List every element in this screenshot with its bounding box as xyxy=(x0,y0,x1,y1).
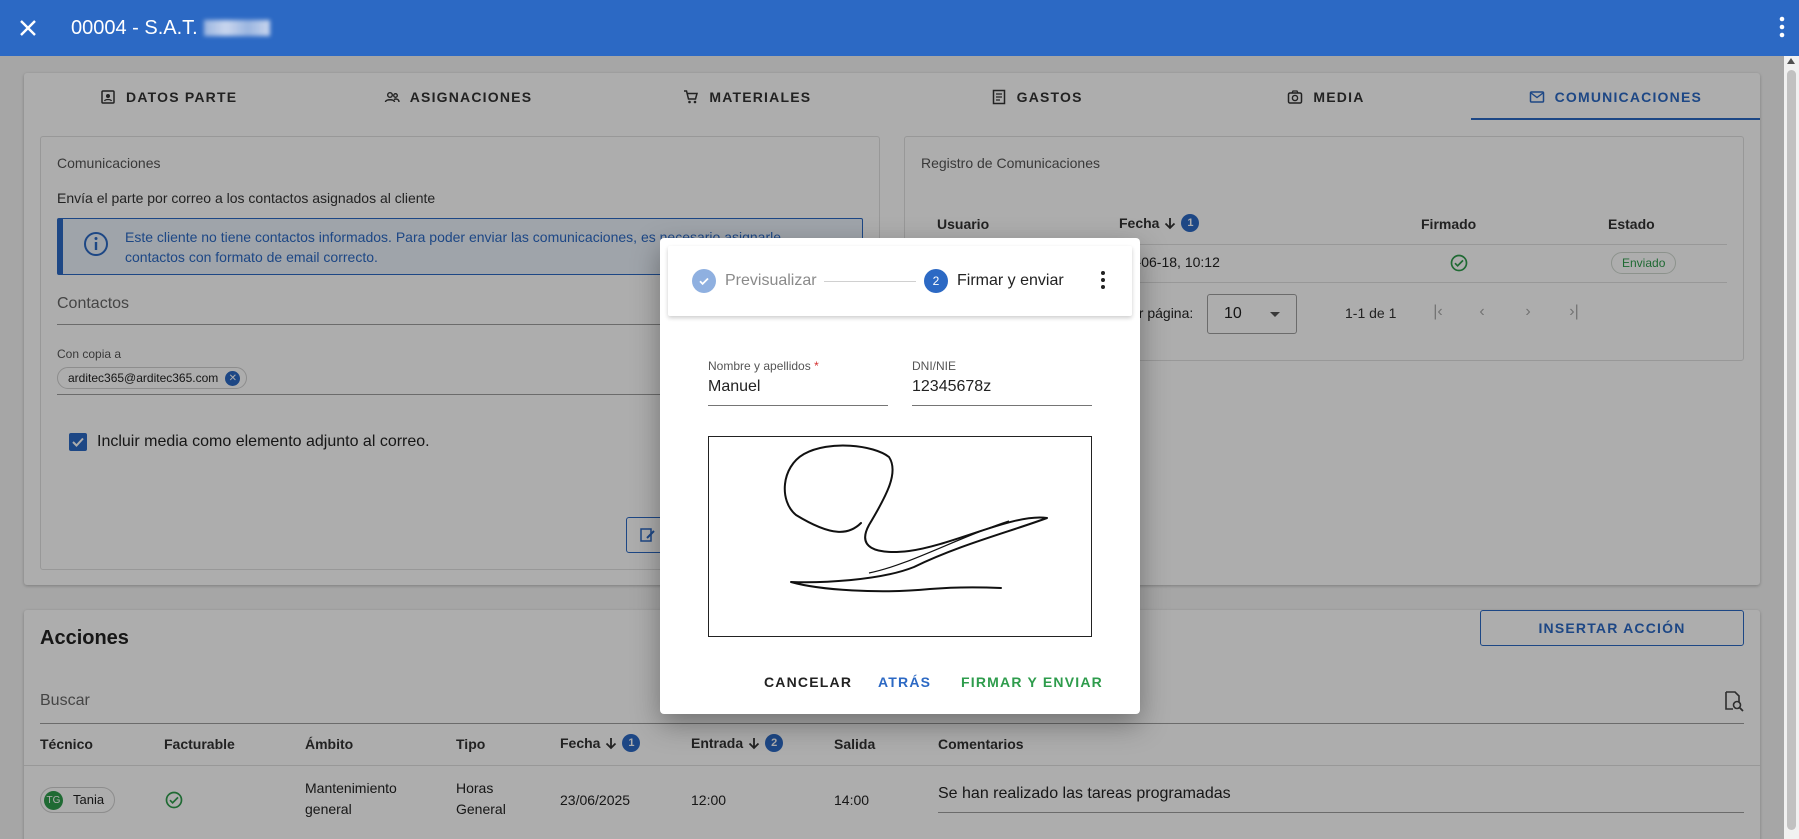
required-mark: * xyxy=(814,359,819,373)
page-title: 00004 - S.A.T. xyxy=(71,17,270,40)
close-icon xyxy=(20,20,36,36)
name-input[interactable]: Manuel xyxy=(708,378,888,406)
step-check-icon xyxy=(692,269,716,293)
step-label: Previsualizar xyxy=(725,272,817,289)
more-vert-icon xyxy=(1101,271,1105,289)
redacted-name xyxy=(203,20,270,37)
app-bar: 00004 - S.A.T. xyxy=(0,0,1799,56)
more-vert-icon xyxy=(1779,16,1785,38)
name-label: Nombre y apellidos * xyxy=(708,359,819,373)
step-firmar[interactable]: 2 Firmar y enviar xyxy=(924,269,1064,293)
step-previsualizar[interactable]: Previsualizar xyxy=(692,269,817,293)
sign-dialog: Previsualizar 2 Firmar y enviar Nombre y… xyxy=(660,238,1140,714)
back-button[interactable]: ATRÁS xyxy=(878,674,931,690)
cancel-button[interactable]: CANCELAR xyxy=(764,674,852,690)
page-title-text: 00004 - S.A.T. xyxy=(71,16,198,39)
dialog-more-button[interactable] xyxy=(1100,270,1106,295)
stepper: Previsualizar 2 Firmar y enviar xyxy=(668,246,1132,316)
name-value: Manuel xyxy=(708,378,761,395)
step-number: 2 xyxy=(924,269,948,293)
signature-drawing xyxy=(783,444,1048,593)
dni-input[interactable]: 12345678z xyxy=(912,378,1092,406)
dni-value: 12345678z xyxy=(912,378,992,395)
name-label-text: Nombre y apellidos xyxy=(708,359,811,373)
sign-send-button[interactable]: FIRMAR Y ENVIAR xyxy=(961,674,1103,690)
signature-pad[interactable] xyxy=(708,436,1092,637)
scroll-up-icon[interactable] xyxy=(1787,58,1795,64)
more-button[interactable] xyxy=(1779,16,1785,43)
close-button[interactable] xyxy=(0,0,56,56)
page-scrollbar[interactable] xyxy=(1784,56,1799,839)
dni-label: DNI/NIE xyxy=(912,359,957,373)
scroll-thumb[interactable] xyxy=(1787,70,1796,830)
step-connector xyxy=(824,281,916,282)
step-label: Firmar y enviar xyxy=(957,272,1064,289)
